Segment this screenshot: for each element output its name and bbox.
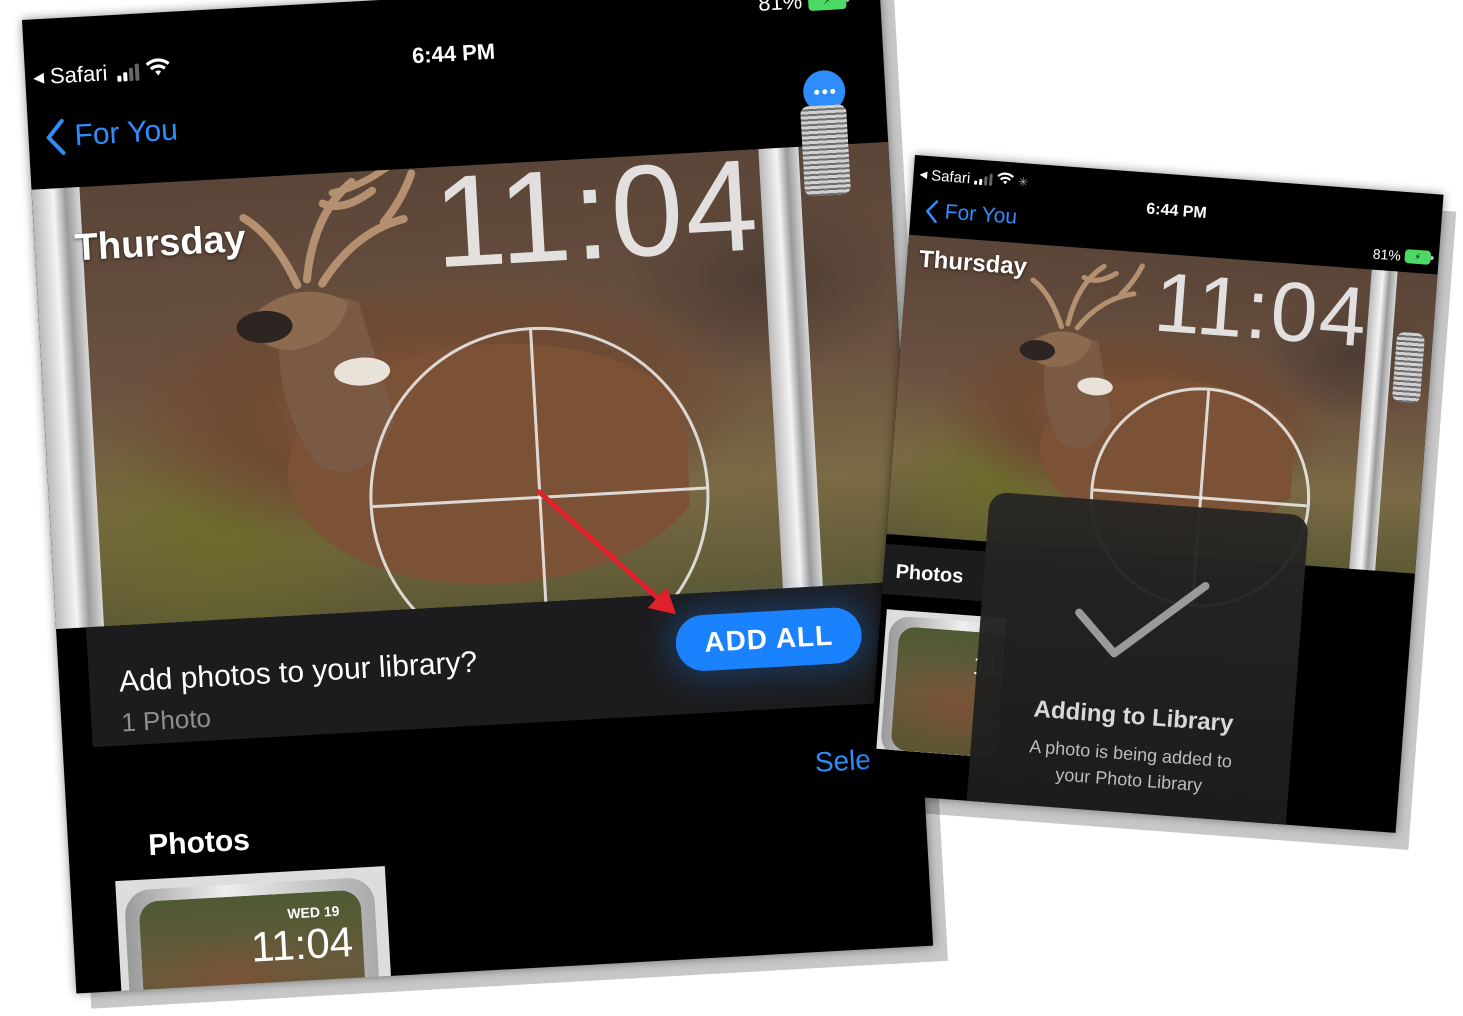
- checkmark-icon: [1075, 581, 1210, 658]
- watch-frame-right: [758, 146, 823, 589]
- nav-back-label: For You: [73, 113, 179, 153]
- status-bar: ◀ Safari 6:44 PM 81% ⚡: [24, 0, 883, 96]
- photos-section-title: Photos: [147, 823, 251, 863]
- signal-icon: [973, 173, 993, 186]
- adding-to-library-hud: Adding to Library A photo is being added…: [965, 491, 1310, 833]
- thumbnail-time: 11:04: [249, 917, 355, 971]
- battery-status: 81% ⚡: [1372, 245, 1432, 266]
- back-app-label: Safari: [930, 166, 971, 187]
- battery-status: 81% ⚡: [757, 0, 847, 17]
- back-triangle-icon: ◀: [919, 168, 928, 181]
- watch-face-photo: 11:04 Thursday: [31, 104, 913, 677]
- nav-back-button[interactable]: For You: [924, 198, 1018, 231]
- battery-percent: 81%: [1372, 245, 1402, 264]
- watch-face-time: 11:04: [1151, 254, 1372, 365]
- battery-percent: 81%: [757, 0, 803, 16]
- add-all-button[interactable]: ADD ALL: [674, 606, 864, 673]
- photo-thumbnail[interactable]: WED 19 11:04: [115, 866, 393, 994]
- watch-crown: [1391, 331, 1426, 404]
- watch-crown: [800, 104, 852, 197]
- wifi-icon: [996, 171, 1015, 190]
- photo-count: 1 Photo: [120, 702, 212, 738]
- clock: 6:44 PM: [411, 38, 496, 69]
- red-arrow-annotation: [536, 489, 677, 615]
- photos-section-title: Photos: [882, 543, 986, 602]
- add-photos-question: Add photos to your library?: [118, 645, 479, 699]
- watch-face-time: 11:04: [429, 131, 764, 296]
- nav-back-button[interactable]: For You: [44, 112, 179, 157]
- loading-spinner-icon: ✳: [1017, 174, 1029, 190]
- chevron-left-icon: [926, 200, 939, 224]
- nav-back-label: For You: [943, 200, 1018, 229]
- chevron-left-icon: [46, 118, 66, 155]
- battery-charging-icon: ⚡: [1404, 249, 1432, 265]
- left-phone-screenshot: ◀ Safari 6:44 PM 81% ⚡ For You: [22, 0, 934, 994]
- right-phone-screenshot: ◀ Safari ✳ 6:44 PM 81% ⚡ For You 11:04 T…: [867, 155, 1444, 833]
- battery-charging-icon: ⚡: [807, 0, 847, 12]
